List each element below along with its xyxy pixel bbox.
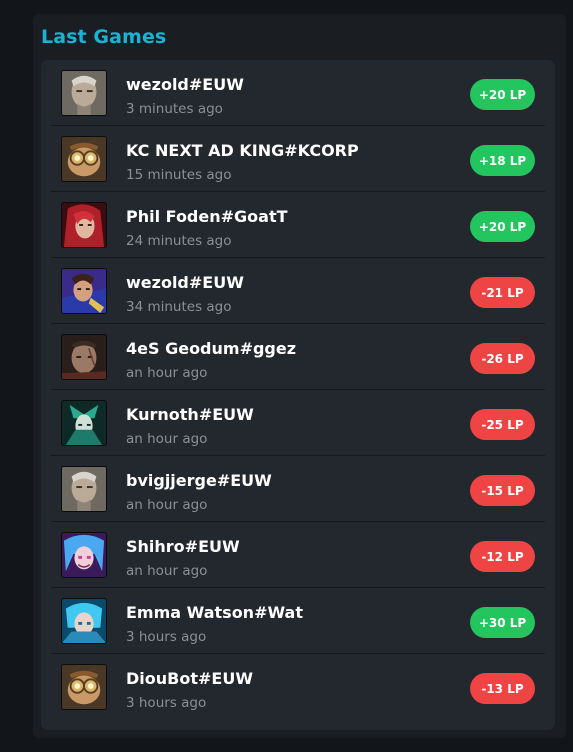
game-row[interactable]: DiouBot#EUW 3 hours ago -13 LP (51, 654, 545, 720)
scarred-champion-portrait-icon (61, 334, 107, 380)
game-time: an hour ago (126, 365, 208, 381)
game-row[interactable]: wezold#EUW 34 minutes ago -21 LP (51, 258, 545, 324)
game-time: 15 minutes ago (126, 167, 232, 183)
player-name[interactable]: 4eS Geodum#ggez (126, 339, 296, 358)
game-time: an hour ago (126, 431, 208, 447)
lp-change-badge: +20 LP (470, 211, 535, 242)
games-list: wezold#EUW 3 minutes ago +20 LP KC NEXT AD … (41, 60, 555, 730)
last-games-panel: Last Games wezold#EUW 3 minutes ago +20 LP… (33, 14, 566, 738)
lp-change-badge: +30 LP (470, 607, 535, 638)
elder-warrior-portrait-icon (61, 70, 107, 116)
green-sorceress-portrait-icon (61, 400, 107, 446)
player-name[interactable]: Phil Foden#GoatT (126, 207, 288, 226)
game-time: 3 hours ago (126, 629, 207, 645)
goggled-yordle-portrait-icon (61, 664, 107, 710)
player-name[interactable]: Shihro#EUW (126, 537, 240, 556)
cyan-fairy-portrait-icon (61, 598, 107, 644)
game-row[interactable]: Phil Foden#GoatT 24 minutes ago +20 LP (51, 192, 545, 258)
player-name[interactable]: wezold#EUW (126, 75, 244, 94)
lp-change-badge: -21 LP (470, 277, 535, 308)
lp-change-badge: -12 LP (470, 541, 535, 572)
red-haired-champion-portrait-icon (61, 202, 107, 248)
game-row[interactable]: wezold#EUW 3 minutes ago +20 LP (51, 60, 545, 126)
player-name[interactable]: Emma Watson#Wat (126, 603, 303, 622)
lp-change-badge: -26 LP (470, 343, 535, 374)
game-time: 34 minutes ago (126, 299, 232, 315)
blue-haired-champion-portrait-icon (61, 532, 107, 578)
game-row[interactable]: 4eS Geodum#ggez an hour ago -26 LP (51, 324, 545, 390)
lp-change-badge: +20 LP (470, 79, 535, 110)
game-row[interactable]: KC NEXT AD KING#KCORP 15 minutes ago +18 L… (51, 126, 545, 192)
game-time: 24 minutes ago (126, 233, 232, 249)
player-name[interactable]: DiouBot#EUW (126, 669, 253, 688)
player-name[interactable]: KC NEXT AD KING#KCORP (126, 141, 359, 160)
game-row[interactable]: Kurnoth#EUW an hour ago -25 LP (51, 390, 545, 456)
lp-change-badge: -13 LP (470, 673, 535, 704)
game-row[interactable]: bvigjjerge#EUW an hour ago -15 LP (51, 456, 545, 522)
player-name[interactable]: wezold#EUW (126, 273, 244, 292)
goggled-yordle-portrait-icon (61, 136, 107, 182)
game-time: an hour ago (126, 497, 208, 513)
game-time: 3 minutes ago (126, 101, 223, 117)
elder-warrior-portrait-icon (61, 466, 107, 512)
game-time: 3 hours ago (126, 695, 207, 711)
game-row[interactable]: Shihro#EUW an hour ago -12 LP (51, 522, 545, 588)
lp-change-badge: -25 LP (470, 409, 535, 440)
lp-change-badge: +18 LP (470, 145, 535, 176)
player-name[interactable]: Kurnoth#EUW (126, 405, 254, 424)
game-time: an hour ago (126, 563, 208, 579)
blue-armored-champion-portrait-icon (61, 268, 107, 314)
panel-title: Last Games (41, 26, 167, 48)
lp-change-badge: -15 LP (470, 475, 535, 506)
game-row[interactable]: Emma Watson#Wat 3 hours ago +30 LP (51, 588, 545, 654)
player-name[interactable]: bvigjjerge#EUW (126, 471, 272, 490)
